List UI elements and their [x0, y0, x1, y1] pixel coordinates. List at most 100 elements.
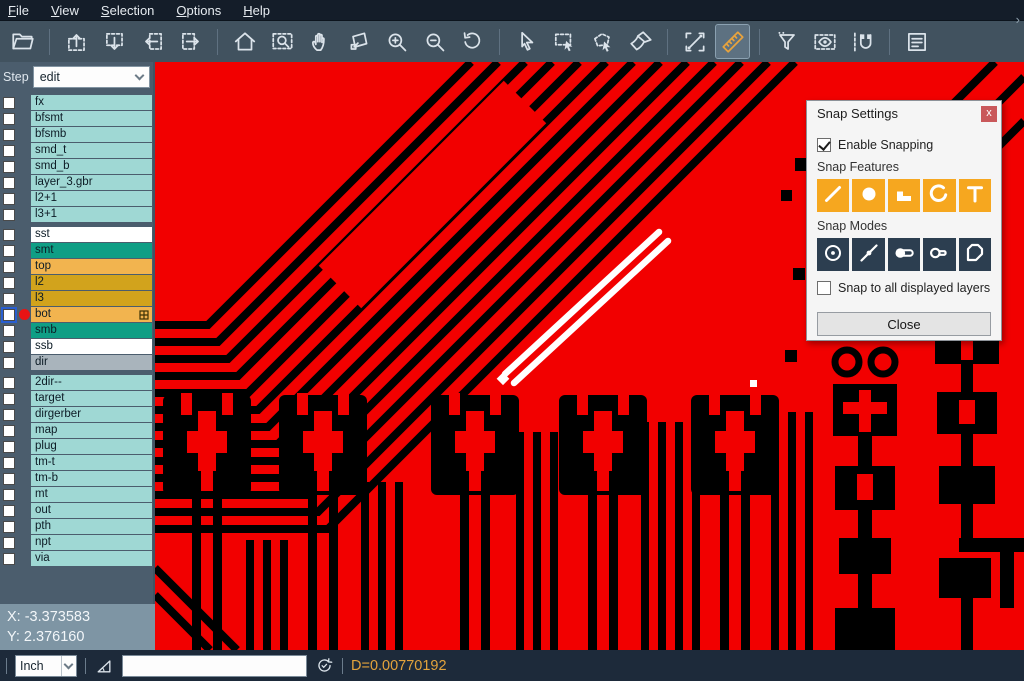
- snap-line-button[interactable]: [817, 179, 849, 212]
- layer-label[interactable]: ssb: [31, 339, 152, 354]
- layer-checkbox[interactable]: [3, 553, 15, 565]
- mode-pad-filled-button[interactable]: [888, 238, 920, 271]
- refresh-icon[interactable]: [315, 656, 334, 675]
- layer-label[interactable]: mt: [31, 487, 152, 502]
- zoom-window-button[interactable]: [342, 25, 375, 58]
- clean-brush-button[interactable]: [624, 25, 657, 58]
- ruler-button[interactable]: [716, 25, 749, 58]
- layer-checkbox[interactable]: [3, 113, 15, 125]
- command-input[interactable]: [122, 655, 307, 677]
- layer-label[interactable]: l3: [31, 291, 152, 306]
- menu-options[interactable]: Options: [176, 3, 221, 18]
- menu-file[interactable]: File: [8, 3, 29, 18]
- layer-checkbox[interactable]: [3, 277, 15, 289]
- mode-on-line-button[interactable]: [852, 238, 884, 271]
- close-icon[interactable]: x: [981, 106, 997, 122]
- layer-label[interactable]: tm-t: [31, 455, 152, 470]
- layer-checkbox[interactable]: [3, 293, 15, 305]
- zoom-fit-button[interactable]: [266, 25, 299, 58]
- layer-label[interactable]: out: [31, 503, 152, 518]
- filter-button[interactable]: [770, 25, 803, 58]
- layer-label[interactable]: map: [31, 423, 152, 438]
- shift-right-button[interactable]: [174, 25, 207, 58]
- layer-checkbox[interactable]: [3, 473, 15, 485]
- visibility-button[interactable]: [808, 25, 841, 58]
- measure-line-button[interactable]: [678, 25, 711, 58]
- layer-checkbox[interactable]: [3, 393, 15, 405]
- layer-label[interactable]: smb: [31, 323, 152, 338]
- layer-checkbox[interactable]: [3, 177, 15, 189]
- layer-checkbox[interactable]: [3, 229, 15, 241]
- layer-checkbox[interactable]: [3, 145, 15, 157]
- snap-circle-button[interactable]: [852, 179, 884, 212]
- layer-label[interactable]: l2: [31, 275, 152, 290]
- shift-left-button[interactable]: [136, 25, 169, 58]
- open-button[interactable]: [6, 25, 39, 58]
- layer-label[interactable]: sst: [31, 227, 152, 242]
- layer-label[interactable]: 2dir--: [31, 375, 152, 390]
- layer-checkbox[interactable]: [3, 161, 15, 173]
- layer-checkbox[interactable]: [3, 441, 15, 453]
- step-select[interactable]: edit: [33, 66, 150, 88]
- snap-magnet-button[interactable]: [846, 25, 879, 58]
- dialog-title-bar[interactable]: Snap Settings x: [807, 101, 1001, 126]
- layer-checkbox[interactable]: [3, 409, 15, 421]
- layer-label[interactable]: plug: [31, 439, 152, 454]
- home-button[interactable]: [228, 25, 261, 58]
- close-button[interactable]: Close: [817, 312, 991, 336]
- menu-selection[interactable]: Selection: [101, 3, 154, 18]
- layer-checkbox[interactable]: [3, 489, 15, 501]
- enable-snapping-row[interactable]: Enable Snapping: [817, 138, 991, 152]
- layer-label[interactable]: dirgerber: [31, 407, 152, 422]
- mode-center-button[interactable]: [817, 238, 849, 271]
- layer-label[interactable]: smd_b: [31, 159, 152, 174]
- layer-checkbox[interactable]: [3, 537, 15, 549]
- layer-checkbox[interactable]: [3, 129, 15, 141]
- snap-surface-button[interactable]: [888, 179, 920, 212]
- layer-label[interactable]: dir: [31, 355, 152, 370]
- layer-checkbox[interactable]: [3, 457, 15, 469]
- all-layers-row[interactable]: Snap to all displayed layers: [817, 281, 991, 295]
- layer-checkbox[interactable]: [3, 505, 15, 517]
- layer-checkbox[interactable]: [3, 97, 15, 109]
- layer-label[interactable]: tm-b: [31, 471, 152, 486]
- unit-select[interactable]: Inch: [15, 655, 77, 677]
- layer-checkbox[interactable]: [3, 425, 15, 437]
- layer-checkbox[interactable]: [3, 341, 15, 353]
- menu-help[interactable]: Help: [243, 3, 270, 18]
- select-cursor-button[interactable]: [510, 25, 543, 58]
- layer-checkbox[interactable]: [3, 357, 15, 369]
- layer-label[interactable]: bfsmb: [31, 127, 152, 142]
- layer-label[interactable]: l2+1: [31, 191, 152, 206]
- layer-checkbox[interactable]: [3, 325, 15, 337]
- select-poly-button[interactable]: [586, 25, 619, 58]
- layer-checkbox[interactable]: [3, 377, 15, 389]
- snap-arc-button[interactable]: [923, 179, 955, 212]
- layer-label[interactable]: target: [31, 391, 152, 406]
- zoom-previous-button[interactable]: [456, 25, 489, 58]
- layer-label[interactable]: via: [31, 551, 152, 566]
- layer-checkbox[interactable]: [3, 261, 15, 273]
- pan-hand-button[interactable]: [304, 25, 337, 58]
- layer-label[interactable]: bfsmt: [31, 111, 152, 126]
- shift-up-button[interactable]: [60, 25, 93, 58]
- mode-pad-outline-button[interactable]: [923, 238, 955, 271]
- layer-label[interactable]: layer_3.gbr: [31, 175, 152, 190]
- shift-down-button[interactable]: [98, 25, 131, 58]
- layer-checkbox[interactable]: [3, 209, 15, 221]
- layer-label[interactable]: pth: [31, 519, 152, 534]
- layer-label[interactable]: npt: [31, 535, 152, 550]
- angle-measure-icon[interactable]: [94, 656, 114, 676]
- toolbar-overflow-icon[interactable]: ›: [1016, 12, 1020, 27]
- layer-label[interactable]: l3+1: [31, 207, 152, 222]
- layer-label[interactable]: bot: [31, 307, 152, 322]
- all-layers-checkbox[interactable]: [817, 281, 831, 295]
- layer-label[interactable]: smd_t: [31, 143, 152, 158]
- layer-label[interactable]: fx: [31, 95, 152, 110]
- layer-label[interactable]: smt: [31, 243, 152, 258]
- layer-checkbox[interactable]: [3, 309, 15, 321]
- snap-text-button[interactable]: [959, 179, 991, 212]
- enable-snapping-checkbox[interactable]: [817, 138, 831, 152]
- menu-view[interactable]: View: [51, 3, 79, 18]
- zoom-out-button[interactable]: [418, 25, 451, 58]
